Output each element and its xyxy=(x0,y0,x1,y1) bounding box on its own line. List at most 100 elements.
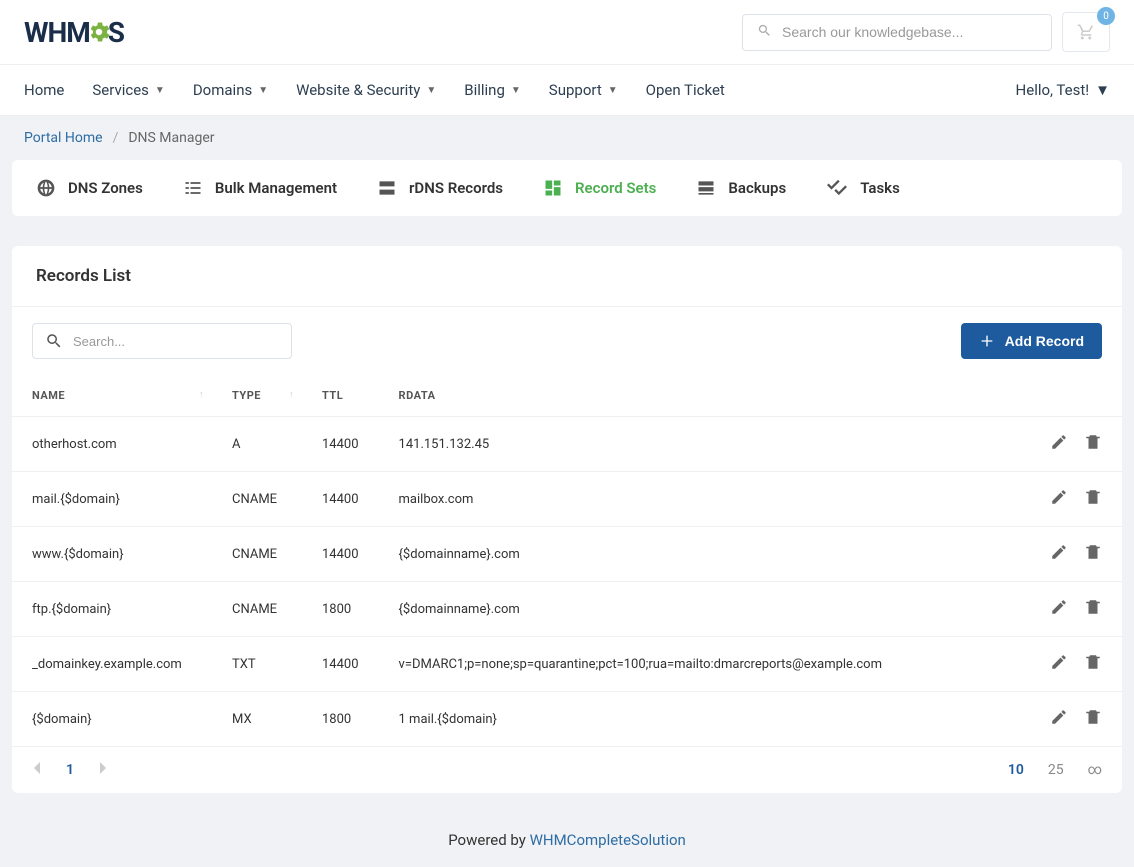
cell-name: ftp.{$domain} xyxy=(12,582,212,637)
cell-ttl: 14400 xyxy=(302,527,379,582)
plus-icon xyxy=(979,333,995,349)
add-record-button[interactable]: Add Record xyxy=(961,323,1102,359)
cart-button[interactable]: 0 xyxy=(1062,12,1110,52)
nav-website-security[interactable]: Website & Security▼ xyxy=(296,65,436,115)
chevron-down-icon: ▼ xyxy=(608,85,618,96)
page-prev[interactable] xyxy=(32,761,42,779)
cell-ttl: 14400 xyxy=(302,637,379,692)
pagesize-all[interactable]: ∞ xyxy=(1088,762,1102,778)
breadcrumb-separator: / xyxy=(113,130,119,146)
delete-icon[interactable] xyxy=(1084,653,1102,671)
tab-dns-zones[interactable]: DNS Zones xyxy=(36,178,143,198)
cart-icon xyxy=(1077,23,1095,41)
edit-icon[interactable] xyxy=(1050,543,1068,561)
cell-actions xyxy=(1012,417,1122,472)
kb-search-input[interactable] xyxy=(782,24,1037,40)
tasks-icon xyxy=(826,178,848,198)
cell-actions xyxy=(1012,472,1122,527)
chevron-down-icon: ▼ xyxy=(511,85,521,96)
edit-icon[interactable] xyxy=(1050,708,1068,726)
dashboard-icon xyxy=(543,178,563,198)
tab-bulk-management[interactable]: Bulk Management xyxy=(183,178,337,198)
chevron-down-icon: ▼ xyxy=(155,85,165,96)
edit-icon[interactable] xyxy=(1050,598,1068,616)
cell-rdata: {$domainname}.com xyxy=(379,527,1012,582)
sort-icon: ↑ xyxy=(289,389,294,400)
delete-icon[interactable] xyxy=(1084,598,1102,616)
nav-home[interactable]: Home xyxy=(24,65,64,115)
panel-title: Records List xyxy=(12,246,1122,307)
delete-icon[interactable] xyxy=(1084,543,1102,561)
cell-name: {$domain} xyxy=(12,692,212,747)
cell-type: A xyxy=(212,417,302,472)
main-nav: Home Services▼ Domains▼ Website & Securi… xyxy=(24,65,725,115)
pagesize-25[interactable]: 25 xyxy=(1048,762,1064,778)
table-row: www.{$domain}CNAME14400{$domainname}.com xyxy=(12,527,1122,582)
page-next[interactable] xyxy=(98,761,108,779)
edit-icon[interactable] xyxy=(1050,488,1068,506)
table-search[interactable] xyxy=(32,323,292,359)
cell-ttl: 14400 xyxy=(302,417,379,472)
nav-open-ticket[interactable]: Open Ticket xyxy=(646,65,725,115)
chevron-down-icon: ▼ xyxy=(258,85,268,96)
cell-ttl: 14400 xyxy=(302,472,379,527)
tab-tasks[interactable]: Tasks xyxy=(826,178,900,198)
sort-icon: ↑ xyxy=(199,389,204,400)
footer: Powered by WHMCompleteSolution xyxy=(0,813,1134,867)
col-type[interactable]: TYPE↑ xyxy=(212,375,302,417)
page-1[interactable]: 1 xyxy=(66,762,74,778)
records-table: NAME↑ TYPE↑ TTL RDATA otherhost.comA1440… xyxy=(12,375,1122,747)
delete-icon[interactable] xyxy=(1084,433,1102,451)
cell-name: mail.{$domain} xyxy=(12,472,212,527)
chevron-down-icon: ▼ xyxy=(426,85,436,96)
logo-text-pre: WHM xyxy=(24,16,90,49)
list-icon xyxy=(183,178,203,198)
cell-type: MX xyxy=(212,692,302,747)
search-icon xyxy=(757,23,772,42)
footer-link[interactable]: WHMCompleteSolution xyxy=(530,831,686,849)
delete-icon[interactable] xyxy=(1084,488,1102,506)
pagination-pages: 1 xyxy=(32,761,108,779)
tab-rdns-records[interactable]: rDNS Records xyxy=(377,178,503,198)
col-actions xyxy=(1012,375,1122,417)
col-name[interactable]: NAME↑ xyxy=(12,375,212,417)
tab-record-sets[interactable]: Record Sets xyxy=(543,178,656,198)
pagesize-10[interactable]: 10 xyxy=(1008,762,1024,778)
user-menu[interactable]: Hello, Test!▼ xyxy=(1016,65,1110,115)
col-rdata[interactable]: RDATA xyxy=(379,375,1012,417)
cell-rdata: 141.151.132.45 xyxy=(379,417,1012,472)
cell-type: TXT xyxy=(212,637,302,692)
backup-icon xyxy=(696,178,716,198)
edit-icon[interactable] xyxy=(1050,653,1068,671)
cell-rdata: {$domainname}.com xyxy=(379,582,1012,637)
breadcrumb: Portal Home / DNS Manager xyxy=(0,116,1134,160)
logo[interactable]: WHM S xyxy=(24,16,124,49)
cell-rdata: v=DMARC1;p=none;sp=quarantine;pct=100;ru… xyxy=(379,637,1012,692)
table-search-input[interactable] xyxy=(73,334,279,349)
cell-ttl: 1800 xyxy=(302,692,379,747)
chevron-down-icon: ▼ xyxy=(1095,81,1110,99)
logo-text-post: S xyxy=(108,16,124,49)
records-panel: Records List Add Record NAME↑ TYPE↑ TTL xyxy=(12,246,1122,793)
nav-services[interactable]: Services▼ xyxy=(92,65,164,115)
delete-icon[interactable] xyxy=(1084,708,1102,726)
cell-actions xyxy=(1012,582,1122,637)
nav-domains[interactable]: Domains▼ xyxy=(193,65,268,115)
cell-rdata: 1 mail.{$domain} xyxy=(379,692,1012,747)
nav-support[interactable]: Support▼ xyxy=(549,65,618,115)
cell-rdata: mailbox.com xyxy=(379,472,1012,527)
cell-actions xyxy=(1012,527,1122,582)
breadcrumb-home[interactable]: Portal Home xyxy=(24,130,103,146)
tab-backups[interactable]: Backups xyxy=(696,178,786,198)
server-icon xyxy=(377,178,397,198)
cell-name: _domainkey.example.com xyxy=(12,637,212,692)
cell-type: CNAME xyxy=(212,472,302,527)
breadcrumb-current: DNS Manager xyxy=(128,130,214,146)
nav-billing[interactable]: Billing▼ xyxy=(464,65,521,115)
kb-search[interactable] xyxy=(742,14,1052,51)
table-row: _domainkey.example.comTXT14400v=DMARC1;p… xyxy=(12,637,1122,692)
cell-actions xyxy=(1012,692,1122,747)
col-ttl[interactable]: TTL xyxy=(302,375,379,417)
cell-type: CNAME xyxy=(212,527,302,582)
edit-icon[interactable] xyxy=(1050,433,1068,451)
